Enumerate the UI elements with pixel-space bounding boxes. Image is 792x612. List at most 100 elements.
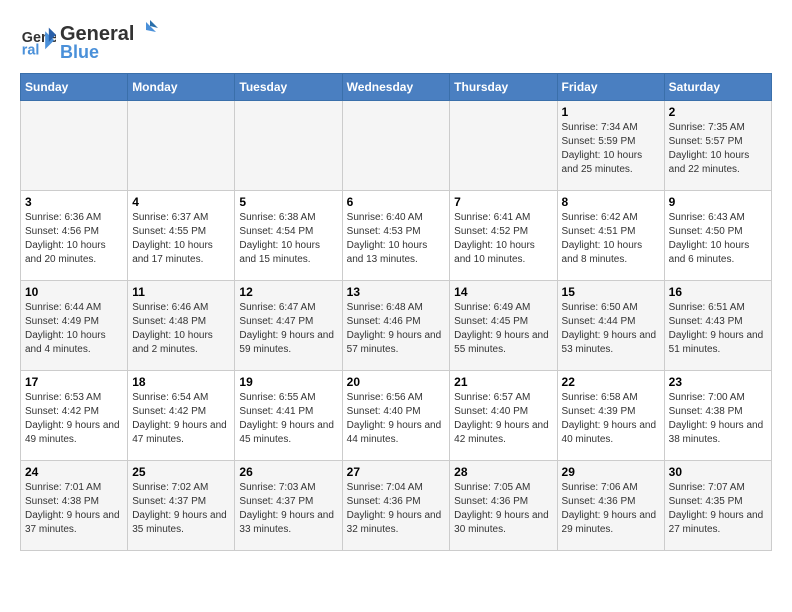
day-info: Sunrise: 6:46 AM Sunset: 4:48 PM Dayligh… <box>132 301 230 357</box>
calendar-cell: 5 Sunrise: 6:38 AM Sunset: 4:54 PM Daylig… <box>235 191 342 281</box>
calendar-cell: 28 Sunrise: 7:05 AM Sunset: 4:36 PM Dayli… <box>450 461 557 551</box>
day-info: Sunrise: 6:58 AM Sunset: 4:39 PM Dayligh… <box>562 391 660 447</box>
day-number: 11 <box>132 285 230 299</box>
calendar-cell: 20 Sunrise: 6:56 AM Sunset: 4:40 PM Dayli… <box>342 371 450 461</box>
weekday-header-row: SundayMondayTuesdayWednesdayThursdayFrid… <box>21 74 772 101</box>
day-info: Sunrise: 6:53 AM Sunset: 4:42 PM Dayligh… <box>25 391 123 447</box>
day-info: Sunrise: 6:47 AM Sunset: 4:47 PM Dayligh… <box>239 301 337 357</box>
day-info: Sunrise: 6:40 AM Sunset: 4:53 PM Dayligh… <box>347 211 446 267</box>
weekday-header-thursday: Thursday <box>450 74 557 101</box>
calendar-cell: 19 Sunrise: 6:55 AM Sunset: 4:41 PM Dayli… <box>235 371 342 461</box>
day-info: Sunrise: 7:01 AM Sunset: 4:38 PM Dayligh… <box>25 481 123 537</box>
day-number: 10 <box>25 285 123 299</box>
day-number: 6 <box>347 195 446 209</box>
calendar-cell: 12 Sunrise: 6:47 AM Sunset: 4:47 PM Dayli… <box>235 281 342 371</box>
day-info: Sunrise: 7:06 AM Sunset: 4:36 PM Dayligh… <box>562 481 660 537</box>
calendar-cell: 16 Sunrise: 6:51 AM Sunset: 4:43 PM Dayli… <box>664 281 771 371</box>
day-number: 8 <box>562 195 660 209</box>
day-number: 21 <box>454 375 552 389</box>
day-info: Sunrise: 7:34 AM Sunset: 5:59 PM Dayligh… <box>562 121 660 177</box>
day-info: Sunrise: 7:04 AM Sunset: 4:36 PM Dayligh… <box>347 481 446 537</box>
calendar-cell: 4Sunrise: 6:37 AM Sunset: 4:55 PM Daylig… <box>128 191 235 281</box>
day-number: 12 <box>239 285 337 299</box>
weekday-header-friday: Friday <box>557 74 664 101</box>
day-info: Sunrise: 7:35 AM Sunset: 5:57 PM Dayligh… <box>669 121 767 177</box>
weekday-header-tuesday: Tuesday <box>235 74 342 101</box>
day-number: 3 <box>25 195 123 209</box>
day-number: 14 <box>454 285 552 299</box>
calendar-cell: 10 Sunrise: 6:44 AM Sunset: 4:49 PM Dayli… <box>21 281 128 371</box>
day-number: 19 <box>239 375 337 389</box>
day-info: Sunrise: 6:44 AM Sunset: 4:49 PM Dayligh… <box>25 301 123 357</box>
calendar-cell: 26 Sunrise: 7:03 AM Sunset: 4:37 PM Dayli… <box>235 461 342 551</box>
day-info: Sunrise: 6:56 AM Sunset: 4:40 PM Dayligh… <box>347 391 446 447</box>
day-number: 24 <box>25 465 123 479</box>
day-info: Sunrise: 7:02 AM Sunset: 4:37 PM Dayligh… <box>132 481 230 537</box>
day-number: 22 <box>562 375 660 389</box>
calendar-cell: 27 Sunrise: 7:04 AM Sunset: 4:36 PM Dayli… <box>342 461 450 551</box>
calendar-week-1: 1 Sunrise: 7:34 AM Sunset: 5:59 PM Daylig… <box>21 101 772 191</box>
calendar-body: 1 Sunrise: 7:34 AM Sunset: 5:59 PM Daylig… <box>21 101 772 551</box>
day-number: 25 <box>132 465 230 479</box>
calendar-cell: 13Sunrise: 6:48 AM Sunset: 4:46 PM Dayli… <box>342 281 450 371</box>
day-info: Sunrise: 6:36 AM Sunset: 4:56 PM Dayligh… <box>25 211 123 267</box>
calendar-cell: 11 Sunrise: 6:46 AM Sunset: 4:48 PM Dayli… <box>128 281 235 371</box>
calendar-cell: 18Sunrise: 6:54 AM Sunset: 4:42 PM Dayli… <box>128 371 235 461</box>
day-info: Sunrise: 6:49 AM Sunset: 4:45 PM Dayligh… <box>454 301 552 357</box>
calendar-cell: 8Sunrise: 6:42 AM Sunset: 4:51 PM Daylig… <box>557 191 664 281</box>
day-number: 7 <box>454 195 552 209</box>
header: Gene ral General Blue <box>20 20 772 63</box>
calendar-cell: 9 Sunrise: 6:43 AM Sunset: 4:50 PM Daylig… <box>664 191 771 281</box>
day-info: Sunrise: 6:43 AM Sunset: 4:50 PM Dayligh… <box>669 211 767 267</box>
day-number: 1 <box>562 105 660 119</box>
calendar-cell: 3 Sunrise: 6:36 AM Sunset: 4:56 PM Daylig… <box>21 191 128 281</box>
calendar-cell <box>450 101 557 191</box>
day-info: Sunrise: 7:00 AM Sunset: 4:38 PM Dayligh… <box>669 391 767 447</box>
calendar-cell: 22 Sunrise: 6:58 AM Sunset: 4:39 PM Dayli… <box>557 371 664 461</box>
day-info: Sunrise: 6:50 AM Sunset: 4:44 PM Dayligh… <box>562 301 660 357</box>
day-info: Sunrise: 7:07 AM Sunset: 4:35 PM Dayligh… <box>669 481 767 537</box>
day-number: 17 <box>25 375 123 389</box>
calendar-cell: 24 Sunrise: 7:01 AM Sunset: 4:38 PM Dayli… <box>21 461 128 551</box>
day-number: 5 <box>239 195 337 209</box>
calendar-cell: 15 Sunrise: 6:50 AM Sunset: 4:44 PM Dayli… <box>557 281 664 371</box>
calendar-cell: 14 Sunrise: 6:49 AM Sunset: 4:45 PM Dayli… <box>450 281 557 371</box>
calendar-cell <box>21 101 128 191</box>
day-number: 2 <box>669 105 767 119</box>
svg-text:ral: ral <box>22 42 40 58</box>
day-number: 26 <box>239 465 337 479</box>
day-number: 18 <box>132 375 230 389</box>
calendar-cell: 1 Sunrise: 7:34 AM Sunset: 5:59 PM Daylig… <box>557 101 664 191</box>
logo: Gene ral General Blue <box>20 20 158 63</box>
calendar-week-4: 17 Sunrise: 6:53 AM Sunset: 4:42 PM Dayli… <box>21 371 772 461</box>
calendar-cell: 2 Sunrise: 7:35 AM Sunset: 5:57 PM Daylig… <box>664 101 771 191</box>
calendar-cell: 21 Sunrise: 6:57 AM Sunset: 4:40 PM Dayli… <box>450 371 557 461</box>
day-info: Sunrise: 6:57 AM Sunset: 4:40 PM Dayligh… <box>454 391 552 447</box>
day-number: 13 <box>347 285 446 299</box>
calendar-cell: 30 Sunrise: 7:07 AM Sunset: 4:35 PM Dayli… <box>664 461 771 551</box>
calendar-week-2: 3 Sunrise: 6:36 AM Sunset: 4:56 PM Daylig… <box>21 191 772 281</box>
calendar: SundayMondayTuesdayWednesdayThursdayFrid… <box>20 73 772 551</box>
day-info: Sunrise: 7:03 AM Sunset: 4:37 PM Dayligh… <box>239 481 337 537</box>
day-number: 27 <box>347 465 446 479</box>
day-number: 20 <box>347 375 446 389</box>
day-number: 15 <box>562 285 660 299</box>
day-number: 28 <box>454 465 552 479</box>
calendar-cell <box>235 101 342 191</box>
day-info: Sunrise: 6:51 AM Sunset: 4:43 PM Dayligh… <box>669 301 767 357</box>
day-info: Sunrise: 7:05 AM Sunset: 4:36 PM Dayligh… <box>454 481 552 537</box>
day-info: Sunrise: 6:55 AM Sunset: 4:41 PM Dayligh… <box>239 391 337 447</box>
calendar-cell: 6 Sunrise: 6:40 AM Sunset: 4:53 PM Daylig… <box>342 191 450 281</box>
day-number: 16 <box>669 285 767 299</box>
weekday-header-monday: Monday <box>128 74 235 101</box>
logo-bird <box>134 20 158 40</box>
day-number: 9 <box>669 195 767 209</box>
calendar-header: SundayMondayTuesdayWednesdayThursdayFrid… <box>21 74 772 101</box>
weekday-header-sunday: Sunday <box>21 74 128 101</box>
calendar-cell: 17 Sunrise: 6:53 AM Sunset: 4:42 PM Dayli… <box>21 371 128 461</box>
weekday-header-saturday: Saturday <box>664 74 771 101</box>
day-number: 23 <box>669 375 767 389</box>
day-info: Sunrise: 6:38 AM Sunset: 4:54 PM Dayligh… <box>239 211 337 267</box>
day-number: 29 <box>562 465 660 479</box>
day-number: 30 <box>669 465 767 479</box>
